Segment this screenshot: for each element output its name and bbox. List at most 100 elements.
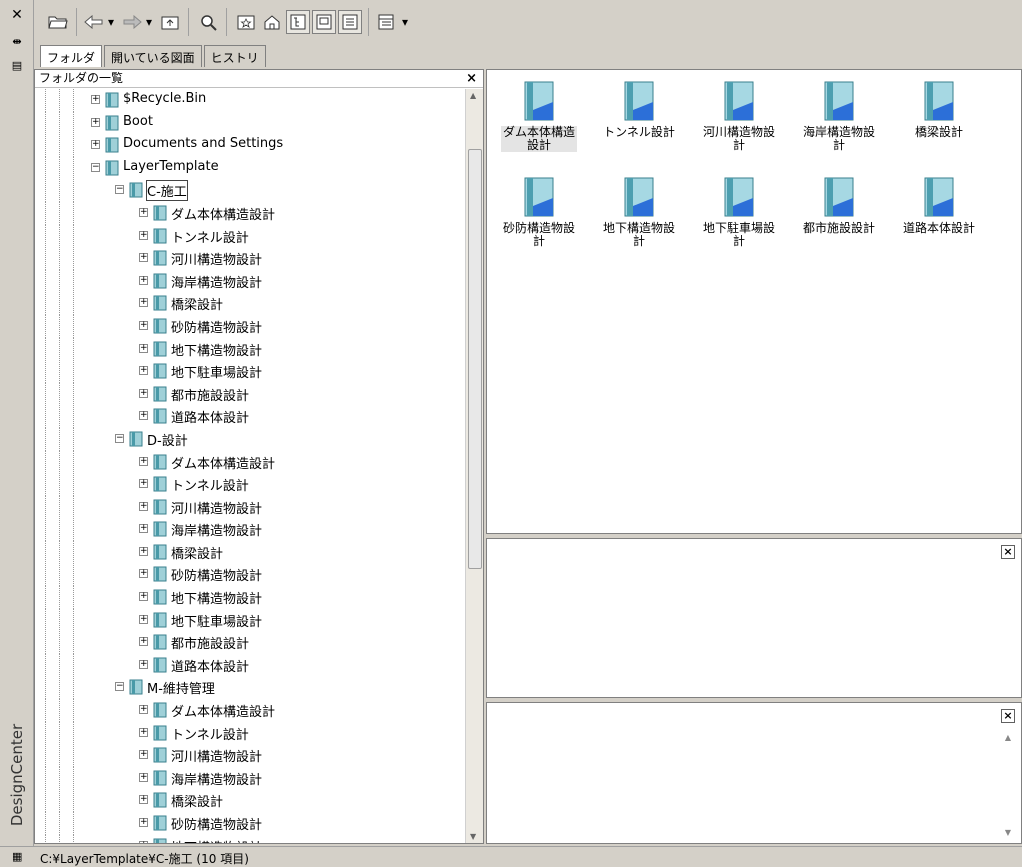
tree-row[interactable]: + 海岸構造物設計 xyxy=(35,269,465,293)
tree-row[interactable]: + ダム本体構造設計 xyxy=(35,201,465,225)
back-dropdown-icon[interactable]: ▾ xyxy=(104,10,118,34)
tree-row[interactable]: + トンネル設計 xyxy=(35,224,465,248)
tab-history[interactable]: ヒストリ xyxy=(203,45,266,67)
expand-icon[interactable]: + xyxy=(139,524,148,534)
tree-row[interactable]: + ダム本体構造設計 xyxy=(35,450,465,474)
tree-row[interactable]: + 砂防構造物設計 xyxy=(35,563,465,587)
tree-scrollbar[interactable]: ▲ ▼ xyxy=(465,89,483,843)
tree-row[interactable]: + トンネル設計 xyxy=(35,721,465,745)
tree-row[interactable]: + 地下駐車場設計 xyxy=(35,608,465,632)
collapse-icon[interactable]: − xyxy=(115,433,124,443)
tree-row[interactable]: + 海岸構造物設計 xyxy=(35,766,465,790)
expand-icon[interactable]: + xyxy=(91,140,100,150)
tab-folders[interactable]: フォルダ xyxy=(40,45,103,67)
content-folder-item[interactable]: 砂防構造物設計 xyxy=(489,176,589,248)
auto-hide-icon[interactable]: ⇹ xyxy=(8,32,26,50)
expand-icon[interactable]: + xyxy=(139,230,148,240)
tree-row[interactable]: − LayerTemplate xyxy=(35,156,465,180)
tab-open-drawings[interactable]: 開いている図面 xyxy=(104,45,202,67)
tree-row[interactable]: + $Recycle.Bin xyxy=(35,89,465,112)
expand-icon[interactable]: + xyxy=(139,659,148,669)
tree-row[interactable]: + トンネル設計 xyxy=(35,473,465,497)
expand-icon[interactable]: + xyxy=(139,705,148,715)
tree-row[interactable]: + 砂防構造物設計 xyxy=(35,314,465,338)
expand-icon[interactable]: + xyxy=(139,614,148,624)
collapse-icon[interactable]: − xyxy=(91,162,100,172)
forward-dropdown-icon[interactable]: ▾ xyxy=(142,10,156,34)
content-folder-item[interactable]: 都市施設設計 xyxy=(789,176,889,235)
scroll-down-icon[interactable]: ▼ xyxy=(470,832,476,841)
content-folder-item[interactable]: 道路本体設計 xyxy=(889,176,989,235)
tree-row[interactable]: − C-施工 xyxy=(35,179,465,203)
expand-icon[interactable]: + xyxy=(139,840,148,843)
home-icon[interactable] xyxy=(260,10,284,34)
tree-row[interactable]: + 道路本体設計 xyxy=(35,653,465,677)
expand-icon[interactable]: + xyxy=(139,795,148,805)
desc-scroll-down-icon[interactable]: ▼ xyxy=(1005,828,1011,837)
content-folder-item[interactable]: トンネル設計 xyxy=(589,80,689,139)
tree-row[interactable]: + 地下構造物設計 xyxy=(35,337,465,361)
expand-icon[interactable]: + xyxy=(139,592,148,602)
expand-icon[interactable]: + xyxy=(139,343,148,353)
desc-scroll-up-icon[interactable]: ▲ xyxy=(1005,733,1011,742)
close-palette-icon[interactable]: ✕ xyxy=(8,6,26,24)
tree-row[interactable]: − M-維持管理 xyxy=(35,676,465,700)
tree-row[interactable]: + 橋梁設計 xyxy=(35,789,465,813)
content-folder-item[interactable]: 海岸構造物設計 xyxy=(789,80,889,152)
tree-row[interactable]: − D-設計 xyxy=(35,427,465,451)
content-folder-item[interactable]: 地下駐車場設計 xyxy=(689,176,789,248)
tree-row[interactable]: + Documents and Settings xyxy=(35,134,465,158)
views-dropdown-icon[interactable]: ▾ xyxy=(398,10,412,34)
collapse-icon[interactable]: − xyxy=(115,682,124,692)
close-description-button[interactable]: × xyxy=(1001,709,1015,723)
expand-icon[interactable]: + xyxy=(91,117,100,127)
expand-icon[interactable]: + xyxy=(139,275,148,285)
expand-icon[interactable]: + xyxy=(139,637,148,647)
description-toggle-icon[interactable] xyxy=(338,10,362,34)
content-folder-item[interactable]: 河川構造物設計 xyxy=(689,80,789,152)
tree-view-toggle-icon[interactable] xyxy=(286,10,310,34)
scroll-up-icon[interactable]: ▲ xyxy=(470,91,476,100)
views-icon[interactable] xyxy=(374,10,398,34)
expand-icon[interactable]: + xyxy=(139,388,148,398)
tree-row[interactable]: + 橋梁設計 xyxy=(35,540,465,564)
expand-icon[interactable]: + xyxy=(139,479,148,489)
tree-row[interactable]: + 砂防構造物設計 xyxy=(35,812,465,835)
tree-row[interactable]: + 道路本体設計 xyxy=(35,405,465,429)
content-folder-item[interactable]: 地下構造物設計 xyxy=(589,176,689,248)
expand-icon[interactable]: + xyxy=(139,772,148,782)
preview-toggle-icon[interactable] xyxy=(312,10,336,34)
expand-icon[interactable]: + xyxy=(139,366,148,376)
tree-row[interactable]: + 河川構造物設計 xyxy=(35,495,465,519)
close-preview-button[interactable]: × xyxy=(1001,545,1015,559)
tree-row[interactable]: + 橋梁設計 xyxy=(35,292,465,316)
search-icon[interactable] xyxy=(196,10,220,34)
collapse-icon[interactable]: − xyxy=(115,185,124,195)
properties-icon[interactable]: ▤ xyxy=(8,56,26,74)
up-folder-icon[interactable] xyxy=(158,10,182,34)
expand-icon[interactable]: + xyxy=(139,207,148,217)
tree-row[interactable]: + 地下駐車場設計 xyxy=(35,360,465,384)
favorites-icon[interactable] xyxy=(234,10,258,34)
expand-icon[interactable]: + xyxy=(139,320,148,330)
tree-row[interactable]: + 都市施設設計 xyxy=(35,382,465,406)
expand-icon[interactable]: + xyxy=(139,456,148,466)
tree-row[interactable]: + 都市施設設計 xyxy=(35,631,465,655)
tree-row[interactable]: + 河川構造物設計 xyxy=(35,247,465,271)
expand-icon[interactable]: + xyxy=(91,95,100,104)
expand-icon[interactable]: + xyxy=(139,501,148,511)
content-folder-item[interactable]: ダム本体構造 設計 xyxy=(489,80,589,152)
tree-row[interactable]: + 地下構造物設計 xyxy=(35,586,465,610)
close-tree-button[interactable]: × xyxy=(466,70,477,87)
tree-row[interactable]: + Boot xyxy=(35,111,465,135)
expand-icon[interactable]: + xyxy=(139,569,148,579)
expand-icon[interactable]: + xyxy=(139,727,148,737)
tree-row[interactable]: + 海岸構造物設計 xyxy=(35,518,465,542)
back-icon[interactable] xyxy=(82,10,106,34)
tree-scroll-thumb[interactable] xyxy=(468,149,482,569)
tree-row[interactable]: + 地下構造物設計 xyxy=(35,834,465,843)
expand-icon[interactable]: + xyxy=(139,750,148,760)
load-icon[interactable] xyxy=(46,10,70,34)
tree-row[interactable]: + 河川構造物設計 xyxy=(35,744,465,768)
expand-icon[interactable]: + xyxy=(139,818,148,827)
